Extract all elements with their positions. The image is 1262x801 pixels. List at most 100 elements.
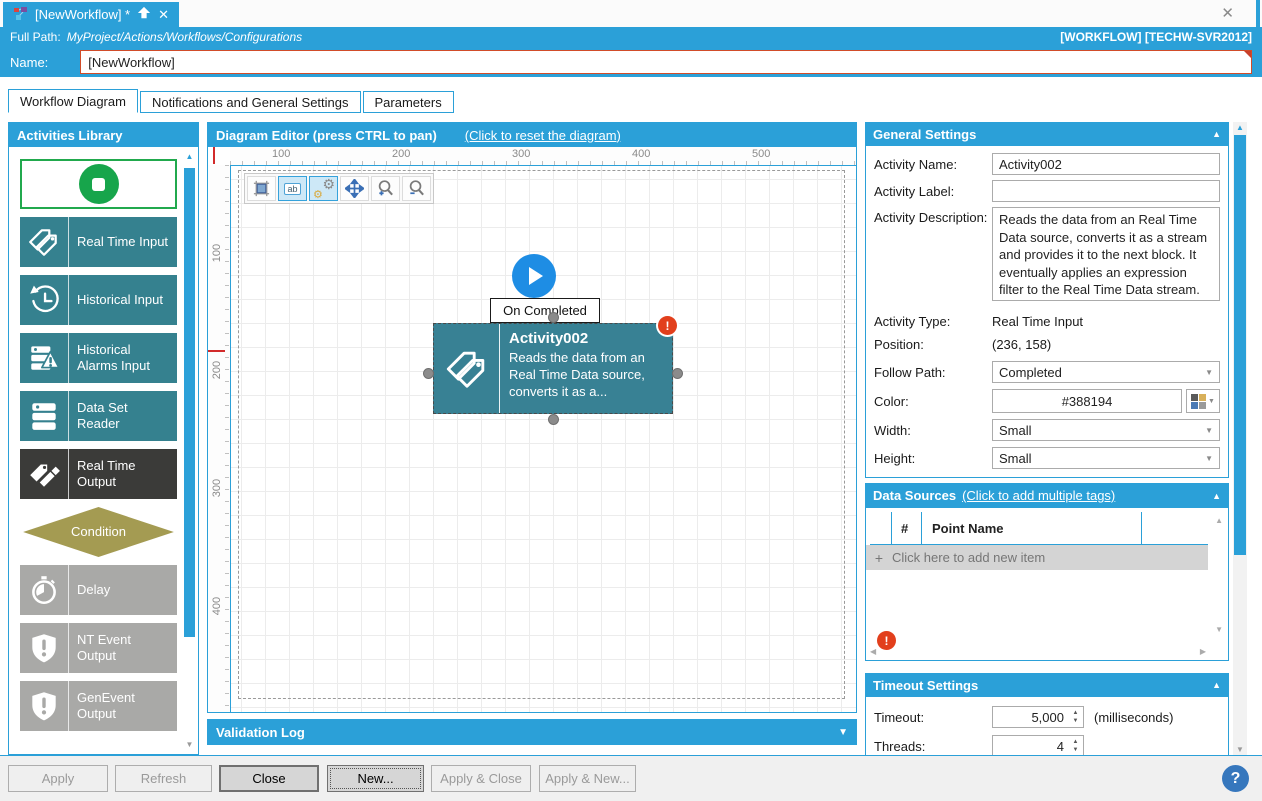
threads-spinner[interactable]: 4 ▲▼ bbox=[992, 735, 1084, 755]
diagram-canvas[interactable]: ab ⚙ ⚙ On Completed bbox=[230, 165, 856, 712]
gear-icon: ⚙ bbox=[313, 188, 323, 201]
close-button[interactable]: Close bbox=[219, 765, 319, 792]
apply-and-new-button[interactable]: Apply & New... bbox=[539, 765, 636, 792]
library-item-start-activity[interactable] bbox=[20, 159, 177, 209]
library-item-label: GenEvent Output bbox=[69, 681, 177, 731]
zoom-in-tool-button[interactable] bbox=[371, 176, 400, 201]
name-input[interactable] bbox=[80, 50, 1252, 74]
position-value: (236, 158) bbox=[992, 337, 1051, 352]
library-item-real-time-input[interactable]: Real Time Input bbox=[20, 217, 177, 267]
activity-node[interactable]: Activity002 Reads the data from an Real … bbox=[433, 323, 673, 414]
add-multiple-tags-link[interactable]: (Click to add multiple tags) bbox=[962, 488, 1115, 503]
data-sources-error-badge[interactable]: ! bbox=[877, 631, 896, 650]
scroll-up-icon[interactable]: ▲ bbox=[1233, 123, 1247, 132]
settings-gears-tool-button[interactable]: ⚙ ⚙ bbox=[309, 176, 338, 201]
tab-notifications-general-settings[interactable]: Notifications and General Settings bbox=[140, 91, 361, 113]
refresh-button[interactable]: Refresh bbox=[115, 765, 212, 792]
name-label: Name: bbox=[10, 55, 48, 70]
chevron-down-icon[interactable]: ▼ bbox=[838, 727, 848, 738]
document-tab[interactable]: [NewWorkflow] * ✕ bbox=[3, 2, 179, 27]
server-alarm-icon bbox=[20, 333, 69, 383]
connector-label[interactable]: On Completed bbox=[490, 298, 600, 323]
timeout-spinner[interactable]: 5,000 ▲▼ bbox=[992, 706, 1084, 728]
node-handle-bottom[interactable] bbox=[548, 414, 559, 425]
library-scrollbar-thumb[interactable] bbox=[184, 168, 195, 637]
extra-column bbox=[1142, 512, 1208, 544]
library-scrollbar[interactable]: ▲ ▼ bbox=[183, 150, 196, 751]
apply-button[interactable]: Apply bbox=[8, 765, 108, 792]
pan-tool-button[interactable] bbox=[340, 176, 369, 201]
window-close-icon[interactable]: ✕ bbox=[1221, 4, 1234, 22]
shield-alert-icon bbox=[20, 681, 69, 731]
general-settings-header: General Settings ▲ bbox=[865, 122, 1229, 146]
node-handle-right[interactable] bbox=[672, 368, 683, 379]
spinner-arrows-icon[interactable]: ▲▼ bbox=[1068, 709, 1083, 726]
zoom-out-tool-button[interactable] bbox=[402, 176, 431, 201]
apply-and-close-button[interactable]: Apply & Close bbox=[431, 765, 531, 792]
scroll-up-icon[interactable]: ▲ bbox=[1215, 516, 1223, 525]
selection-frame-tool-button[interactable] bbox=[247, 176, 276, 201]
collapse-up-icon[interactable]: ▲ bbox=[1212, 491, 1221, 501]
follow-path-select[interactable]: Completed ▼ bbox=[992, 361, 1220, 383]
reset-diagram-link[interactable]: (Click to reset the diagram) bbox=[465, 128, 621, 143]
timeout-label: Timeout: bbox=[874, 710, 992, 725]
context-badge: [WORKFLOW] [TECHW-SVR2012] bbox=[1060, 30, 1252, 44]
data-sources-header: Data Sources (Click to add multiple tags… bbox=[865, 483, 1229, 508]
add-new-item-row[interactable]: + Click here to add new item bbox=[866, 545, 1208, 570]
scroll-down-icon[interactable]: ▼ bbox=[1233, 745, 1247, 754]
data-sources-grid-header: # Point Name bbox=[870, 512, 1208, 545]
shield-alert-icon bbox=[20, 623, 69, 673]
new-button[interactable]: New... bbox=[327, 765, 424, 792]
library-item-delay[interactable]: Delay bbox=[20, 565, 177, 615]
scroll-right-icon[interactable]: ▶ bbox=[1200, 647, 1206, 656]
diagram-body: 100 200 300 400 500 100 200 300 400 bbox=[208, 147, 856, 712]
tab-parameters[interactable]: Parameters bbox=[363, 91, 454, 113]
library-item-nt-event-output[interactable]: NT Event Output bbox=[20, 623, 177, 673]
collapse-up-icon[interactable]: ▲ bbox=[1212, 680, 1221, 690]
library-item-real-time-output[interactable]: Real Time Output bbox=[20, 449, 177, 499]
color-picker-button[interactable]: ▼ bbox=[1186, 389, 1220, 413]
full-path-label: Full Path: bbox=[10, 30, 61, 44]
library-item-data-set-reader[interactable]: Data Set Reader bbox=[20, 391, 177, 441]
tab-close-icon[interactable]: ✕ bbox=[158, 7, 169, 23]
validation-log-title: Validation Log bbox=[216, 725, 305, 740]
color-input[interactable] bbox=[992, 389, 1182, 413]
activity-name-input[interactable] bbox=[992, 153, 1220, 175]
width-select[interactable]: Small ▼ bbox=[992, 419, 1220, 441]
column-header-point-name[interactable]: Point Name bbox=[922, 512, 1142, 544]
scroll-left-icon[interactable]: ◀ bbox=[870, 647, 876, 656]
node-error-badge[interactable]: ! bbox=[658, 316, 677, 335]
plus-icon: + bbox=[866, 550, 892, 566]
timeout-unit: (milliseconds) bbox=[1094, 710, 1173, 725]
activity-description-input[interactable]: Reads the data from an Real Time Data so… bbox=[992, 207, 1220, 301]
library-item-condition[interactable]: Condition bbox=[20, 507, 177, 557]
spinner-arrows-icon[interactable]: ▲▼ bbox=[1068, 738, 1083, 755]
node-handle-left[interactable] bbox=[423, 368, 434, 379]
diagram-editor-title: Diagram Editor (press CTRL to pan) bbox=[216, 128, 437, 143]
tab-workflow-diagram[interactable]: Workflow Diagram bbox=[8, 89, 138, 113]
start-play-node[interactable] bbox=[512, 254, 556, 298]
diagram-toolbar: ab ⚙ ⚙ bbox=[244, 173, 434, 204]
data-sources-panel: # Point Name + Click here to add new ite… bbox=[865, 508, 1229, 661]
node-handle-top[interactable] bbox=[548, 312, 559, 323]
library-item-genevent-output[interactable]: GenEvent Output bbox=[20, 681, 177, 731]
library-item-historical-alarms-input[interactable]: Historical Alarms Input bbox=[20, 333, 177, 383]
scroll-down-icon[interactable]: ▼ bbox=[183, 740, 196, 749]
library-item-label: Data Set Reader bbox=[69, 391, 177, 441]
scroll-down-icon[interactable]: ▼ bbox=[1215, 625, 1223, 634]
tags-icon bbox=[20, 217, 69, 267]
collapse-up-icon[interactable]: ▲ bbox=[1212, 129, 1221, 139]
height-label: Height: bbox=[874, 451, 992, 466]
right-scrollbar-thumb[interactable] bbox=[1234, 135, 1246, 555]
validation-log-bar[interactable]: Validation Log ▼ bbox=[207, 719, 857, 745]
main-tab-bar: Workflow Diagram Notifications and Gener… bbox=[8, 89, 456, 113]
height-select[interactable]: Small ▼ bbox=[992, 447, 1220, 469]
library-item-historical-input[interactable]: Historical Input bbox=[20, 275, 177, 325]
ruler-label: 400 bbox=[632, 148, 650, 160]
right-panel-scrollbar[interactable]: ▲ ▼ bbox=[1233, 122, 1247, 755]
text-label-tool-button[interactable]: ab bbox=[278, 176, 307, 201]
scroll-up-icon[interactable]: ▲ bbox=[183, 152, 196, 161]
help-button[interactable]: ? bbox=[1222, 765, 1249, 792]
activity-label-input[interactable] bbox=[992, 180, 1220, 202]
promote-arrow-icon[interactable] bbox=[137, 6, 151, 23]
